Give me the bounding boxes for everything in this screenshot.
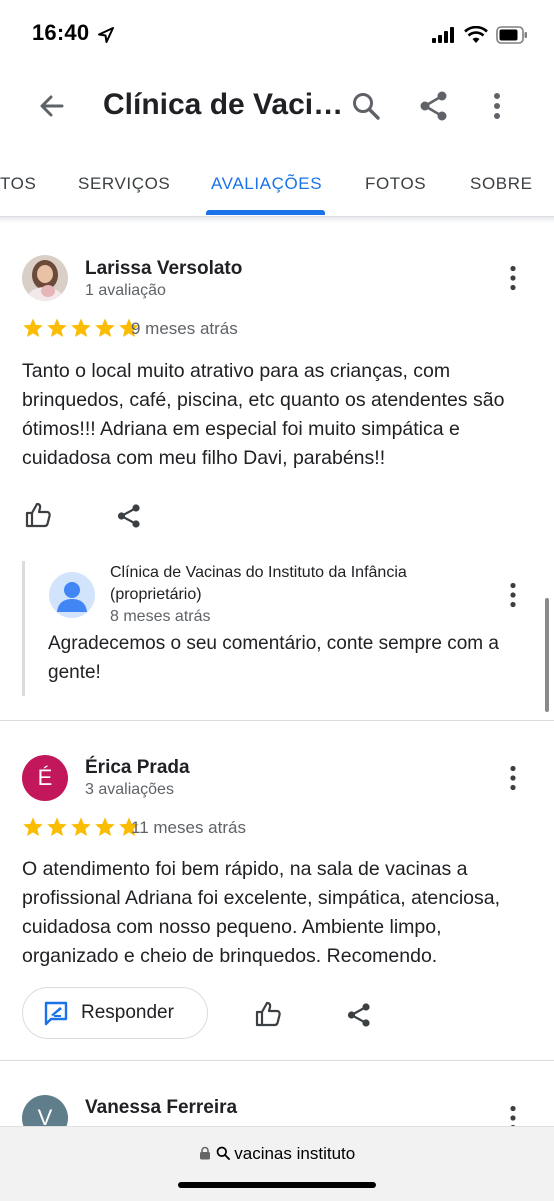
reviewer-name[interactable]: Érica Prada [85,757,190,779]
search-small-icon [216,1146,230,1160]
reviewer-avatar[interactable] [22,255,68,301]
star-icon [23,318,43,337]
page-title: Clínica de Vaci… [103,88,344,121]
browser-url[interactable]: vacinas instituto [0,1144,554,1164]
location-arrow-icon [98,27,114,43]
respond-button[interactable]: Responder [22,987,208,1039]
back-arrow-icon[interactable] [34,88,70,124]
star-icon [23,817,43,836]
review-time: 9 meses atrás [131,319,238,338]
status-time: 16:40 [32,20,90,45]
reviewer-review-count: 1 avaliação [85,282,166,299]
review-text: Tanto o local muito atrativo para as cri… [22,360,505,469]
star-icon [47,318,67,337]
lock-icon [199,1146,210,1160]
reviewer-name[interactable]: Vanessa Ferreira [85,1097,237,1119]
like-icon[interactable] [24,501,52,529]
tab-active-indicator [206,210,325,215]
star-icon [95,817,115,836]
share-review-icon[interactable] [116,503,142,529]
star-icon [71,318,91,337]
owner-avatar [49,572,95,618]
reviewer-name[interactable]: Larissa Versolato [85,258,242,280]
reviewer-review-count: 3 avaliações [85,781,174,798]
share-icon[interactable] [418,90,450,122]
review-more-icon[interactable] [507,765,519,791]
tab-bar-shadow [0,217,554,223]
avatar-initial: É [37,765,53,790]
owner-reply-time: 8 meses atrás [110,608,211,625]
tab-bar: TOS SERVIÇOS AVALIAÇÕES FOTOS SOBRE [0,150,554,217]
share-review-icon[interactable] [346,1002,372,1028]
reviewer-photo [22,255,68,301]
tab-services[interactable]: SERVIÇOS [78,174,170,194]
tab-photos-partial[interactable]: TOS [0,174,36,194]
like-icon[interactable] [254,1000,282,1028]
review-time: 11 meses atrás [131,818,246,837]
search-icon[interactable] [350,90,382,122]
reply-edit-icon [44,1001,68,1026]
star-rating [22,317,140,339]
reviewer-avatar[interactable]: É [22,755,68,801]
review-text: O atendimento foi bem rápido, na sala de… [22,858,501,967]
tab-photos[interactable]: FOTOS [365,174,426,194]
review-divider [0,720,554,721]
respond-button-label: Responder [81,1002,174,1023]
review-divider [0,1060,554,1061]
owner-name: Clínica de Vacinas do Instituto da Infân… [110,564,407,603]
more-options-icon[interactable] [490,90,504,122]
owner-reply-bar [22,561,25,696]
status-indicators [432,26,528,44]
url-text: vacinas instituto [234,1144,356,1163]
person-icon [57,582,87,612]
owner-reply-more-icon[interactable] [507,582,519,608]
review-more-icon[interactable] [507,265,519,291]
star-rating [22,816,140,838]
cellular-signal-icon [432,27,454,43]
wifi-icon [464,26,488,43]
tab-about[interactable]: SOBRE [470,174,533,194]
owner-reply-text: Agradecemos o seu comentário, conte semp… [48,633,499,683]
star-icon [47,817,67,836]
star-icon [71,817,91,836]
star-icon [95,318,115,337]
home-indicator[interactable] [178,1182,376,1188]
battery-icon [496,26,527,44]
scrollbar[interactable] [545,598,549,712]
tab-reviews[interactable]: AVALIAÇÕES [211,174,322,194]
